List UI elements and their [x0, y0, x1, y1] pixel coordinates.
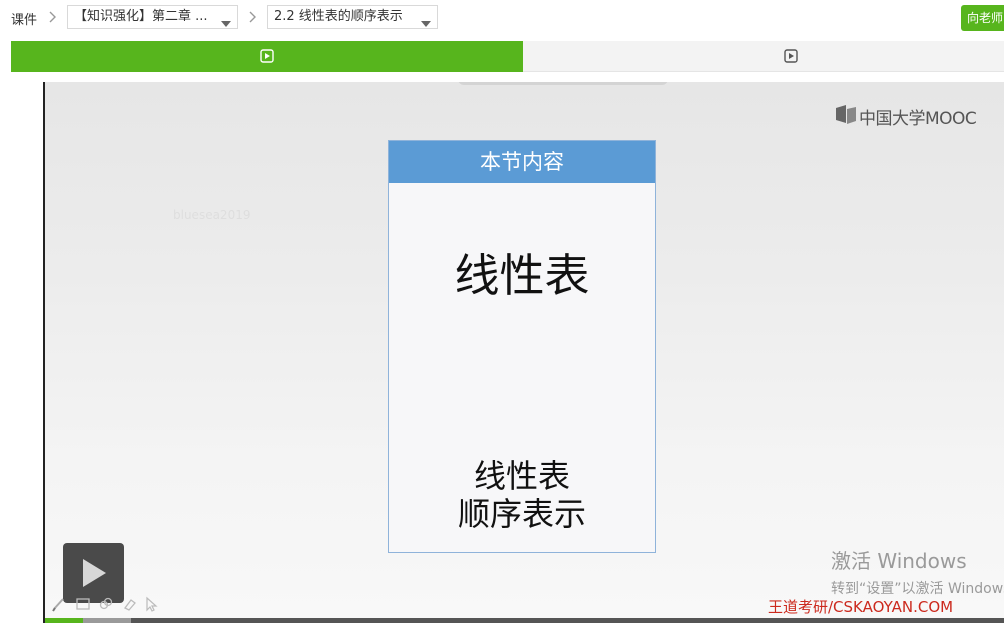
play-button[interactable]: [63, 543, 124, 603]
caret-down-icon: [421, 14, 431, 27]
progress-buffered: [83, 618, 131, 623]
windows-activation-watermark: 激活 Windows 转到“设置”以激活 Windows: [831, 545, 1004, 598]
ask-teacher-button[interactable]: 向老师: [961, 5, 1004, 31]
mooc-brand-text: 中国大学MOOC: [859, 109, 977, 129]
pointer-icon[interactable]: [143, 596, 159, 612]
activation-subtitle: 转到“设置”以激活 Windows: [831, 581, 1004, 597]
activation-title: 激活 Windows: [831, 549, 967, 573]
progress-bar[interactable]: [45, 618, 1004, 623]
link-icon[interactable]: [98, 596, 114, 612]
progress-played: [45, 618, 83, 623]
image-icon[interactable]: [75, 596, 91, 612]
slide-top-shadow: [458, 82, 668, 85]
mooc-logo-icon: [836, 105, 856, 124]
video-player[interactable]: 中国大学MOOC bluesea2019 本节内容 线性表 线性表 顺序表示 激…: [43, 82, 1004, 623]
chapter-select[interactable]: 【知识强化】第二章 ...: [67, 5, 238, 29]
breadcrumb-root[interactable]: 课件: [11, 9, 37, 28]
slide-item-2-line1: 线性表: [473, 457, 570, 495]
chevron-right-icon: [248, 10, 257, 24]
tab-video-1[interactable]: [11, 41, 523, 72]
play-icon: [83, 559, 106, 587]
section-select[interactable]: 2.2 线性表的顺序表示: [267, 5, 438, 29]
site-watermark: 王道考研/CSKAOYAN.COM: [768, 598, 954, 616]
slide-header: 本节内容: [389, 141, 655, 183]
chapter-select-value: 【知识强化】第二章 ...: [74, 9, 208, 24]
user-watermark: bluesea2019: [173, 208, 251, 222]
pencil-icon[interactable]: [51, 596, 67, 612]
caret-down-icon: [221, 14, 231, 27]
slide-item-2-line2: 顺序表示: [457, 495, 586, 533]
section-select-value: 2.2 线性表的顺序表示: [274, 9, 403, 24]
slide-item-2: 线性表 顺序表示: [389, 457, 655, 533]
video-play-icon: [260, 49, 274, 63]
tab-video-2[interactable]: [523, 41, 1004, 72]
unit-tabs: [11, 41, 1004, 72]
slide-item-1: 线性表: [454, 249, 590, 302]
video-play-icon: [784, 49, 798, 63]
top-bar: 课件 【知识强化】第二章 ... 2.2 线性表的顺序表示 向老师: [0, 0, 1004, 36]
chevron-right-icon: [48, 10, 57, 24]
eraser-icon[interactable]: [121, 596, 137, 612]
annotation-toolbar: [51, 596, 171, 614]
slide-card: 本节内容 线性表 线性表 顺序表示: [388, 140, 656, 553]
